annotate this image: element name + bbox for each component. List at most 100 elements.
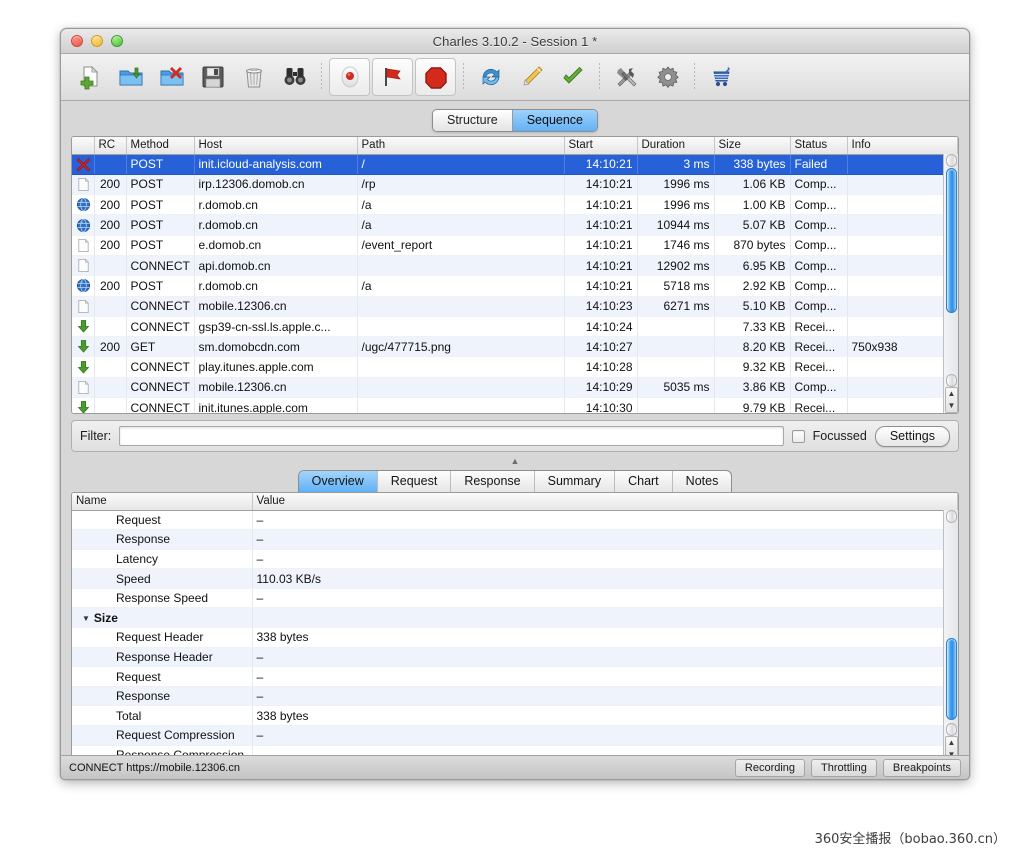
focussed-checkbox[interactable]	[792, 430, 805, 443]
cell-start: 14:10:24	[564, 316, 637, 336]
table-row[interactable]: CONNECTplay.itunes.apple.com14:10:289.32…	[72, 357, 958, 377]
column-header-start[interactable]: Start	[564, 137, 637, 154]
cell-method: POST	[126, 174, 194, 194]
tab-request[interactable]: Request	[378, 471, 452, 492]
filter-input[interactable]	[119, 426, 783, 446]
detail-scroll-track[interactable]	[945, 510, 957, 736]
column-header-info[interactable]: Info	[847, 137, 958, 154]
column-header-size[interactable]: Size	[714, 137, 790, 154]
tab-overview[interactable]: Overview	[299, 471, 378, 492]
table-row[interactable]: CONNECTinit.itunes.apple.com14:10:309.79…	[72, 398, 958, 414]
list-item[interactable]: Latency–	[72, 549, 958, 569]
column-header-rc[interactable]: RC	[94, 137, 126, 154]
list-item[interactable]: Request Header338 bytes	[72, 628, 958, 648]
stop-icon[interactable]	[415, 58, 456, 96]
record-icon[interactable]	[329, 58, 370, 96]
status-pill-throttling[interactable]: Throttling	[811, 759, 877, 777]
list-item[interactable]: Response Speed–	[72, 588, 958, 608]
save-session-icon[interactable]	[192, 58, 233, 96]
column-header-method[interactable]: Method	[126, 137, 194, 154]
detail-panel: Name Value Request–Response–Latency–Spee…	[71, 492, 959, 763]
window-title: Charles 3.10.2 - Session 1 *	[61, 34, 969, 49]
tools-icon[interactable]	[606, 58, 647, 96]
list-item[interactable]: Response Header–	[72, 647, 958, 667]
cell-start: 14:10:23	[564, 296, 637, 316]
column-header-value[interactable]: Value	[252, 493, 958, 510]
toolbar-separator	[599, 63, 600, 91]
cell-status: Comp...	[790, 255, 847, 275]
flag-icon[interactable]	[372, 58, 413, 96]
cell-info	[847, 174, 958, 194]
detail-panel-scrollbar[interactable]: ▲ ▼	[943, 510, 958, 762]
session-scroll-track[interactable]	[945, 154, 957, 387]
list-item[interactable]: Request–	[72, 510, 958, 530]
list-group-row[interactable]: ▼Size	[72, 608, 958, 628]
close-session-icon[interactable]	[151, 58, 192, 96]
detail-scroll-thumb[interactable]	[946, 638, 957, 720]
table-row[interactable]: CONNECTgsp39-cn-ssl.ls.apple.c...14:10:2…	[72, 316, 958, 336]
column-header-host[interactable]: Host	[194, 137, 357, 154]
column-header-duration[interactable]: Duration	[637, 137, 714, 154]
session-scroll-arrows[interactable]: ▲ ▼	[945, 387, 958, 413]
table-row[interactable]: 200POSTr.domob.cn/a14:10:2110944 ms5.07 …	[72, 215, 958, 235]
list-item[interactable]: Response–	[72, 686, 958, 706]
scroll-down-arrow-icon[interactable]: ▼	[948, 402, 956, 410]
table-row[interactable]: POSTinit.icloud-analysis.com/14:10:213 m…	[72, 154, 958, 174]
compose-icon[interactable]	[511, 58, 552, 96]
property-name: Response Speed	[72, 588, 252, 608]
table-row[interactable]: 200POSTirp.12306.domob.cn/rp14:10:211996…	[72, 174, 958, 194]
table-row[interactable]: CONNECTapi.domob.cn14:10:2112902 ms6.95 …	[72, 255, 958, 275]
toolbar-separator	[321, 63, 322, 91]
minimize-button[interactable]	[91, 35, 103, 47]
cell-status: Comp...	[790, 235, 847, 255]
close-button[interactable]	[71, 35, 83, 47]
validate-icon[interactable]	[552, 58, 593, 96]
settings-gear-icon[interactable]	[647, 58, 688, 96]
zoom-button[interactable]	[111, 35, 123, 47]
clear-session-icon[interactable]	[233, 58, 274, 96]
scroll-up-arrow-icon[interactable]: ▲	[948, 739, 956, 747]
tab-notes[interactable]: Notes	[673, 471, 732, 492]
overview-table: Name Value Request–Response–Latency–Spee…	[72, 493, 958, 763]
open-session-icon[interactable]	[110, 58, 151, 96]
list-item[interactable]: Request Compression–	[72, 726, 958, 746]
list-item[interactable]: Request–	[72, 667, 958, 687]
cell-info	[847, 235, 958, 255]
scroll-up-arrow-icon[interactable]: ▲	[948, 390, 956, 398]
column-header-name[interactable]: Name	[72, 493, 252, 510]
table-row[interactable]: 200POSTr.domob.cn/a14:10:215718 ms2.92 K…	[72, 276, 958, 296]
find-icon[interactable]	[274, 58, 315, 96]
tab-summary[interactable]: Summary	[535, 471, 615, 492]
session-table-scrollbar[interactable]: ▲ ▼	[943, 154, 958, 413]
session-scroll-thumb[interactable]	[946, 168, 957, 313]
column-header-icon[interactable]	[72, 137, 94, 154]
table-row[interactable]: CONNECTmobile.12306.cn14:10:295035 ms3.8…	[72, 377, 958, 397]
list-item[interactable]: Total338 bytes	[72, 706, 958, 726]
table-row[interactable]: 200POSTe.domob.cn/event_report14:10:2117…	[72, 235, 958, 255]
tab-structure[interactable]: Structure	[433, 110, 513, 131]
disclosure-triangle-icon[interactable]: ▼	[82, 614, 90, 623]
tab-response[interactable]: Response	[451, 471, 534, 492]
row-status-icon	[72, 215, 94, 235]
table-row[interactable]: 200POSTr.domob.cn/a14:10:211996 ms1.00 K…	[72, 195, 958, 215]
new-session-icon[interactable]	[69, 58, 110, 96]
cell-info	[847, 296, 958, 316]
list-item[interactable]: Response–	[72, 530, 958, 550]
property-name: Request	[72, 667, 252, 687]
repeat-icon[interactable]	[470, 58, 511, 96]
shopping-cart-icon[interactable]	[701, 58, 742, 96]
column-header-path[interactable]: Path	[357, 137, 564, 154]
column-header-status[interactable]: Status	[790, 137, 847, 154]
tab-sequence[interactable]: Sequence	[513, 110, 597, 131]
cell-status: Recei...	[790, 357, 847, 377]
status-pill-breakpoints[interactable]: Breakpoints	[883, 759, 961, 777]
status-pill-recording[interactable]: Recording	[735, 759, 805, 777]
table-row[interactable]: CONNECTmobile.12306.cn14:10:236271 ms5.1…	[72, 296, 958, 316]
tab-chart[interactable]: Chart	[615, 471, 673, 492]
splitter-collapse-icon[interactable]: ▲	[511, 457, 520, 466]
cell-status: Failed	[790, 154, 847, 174]
settings-button[interactable]: Settings	[875, 426, 950, 447]
list-item[interactable]: Speed110.03 KB/s	[72, 569, 958, 589]
table-row[interactable]: 200GETsm.domobcdn.com/ugc/477715.png14:1…	[72, 337, 958, 357]
panel-splitter[interactable]: ▲	[71, 452, 959, 470]
